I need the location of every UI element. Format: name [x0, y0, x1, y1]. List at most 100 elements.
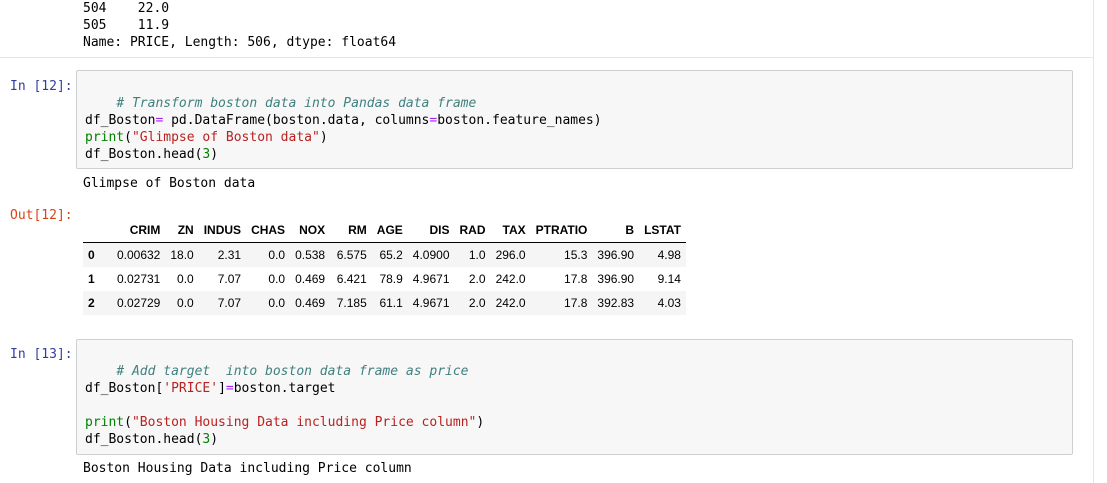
- code-token: df_Boston[: [85, 381, 164, 396]
- code-token: df_Boston.head(: [85, 147, 203, 162]
- column-header: B: [592, 218, 640, 243]
- code-line-3: print("Glimpse of Boston data"): [85, 129, 328, 146]
- table-cell: 1.0: [468, 248, 486, 262]
- table-cell: 396.90: [597, 272, 635, 286]
- code-token: ): [210, 147, 219, 162]
- code-string: "Boston Housing Data including Price col…: [131, 415, 477, 430]
- code-token: boston.feature_names): [437, 113, 602, 128]
- table-cell: 6.575: [336, 248, 367, 262]
- table-cell: 7.07: [217, 296, 242, 310]
- table-cell: 242.0: [495, 296, 526, 310]
- table-cell: 0.02729: [116, 296, 161, 310]
- table-cell: 6.421: [336, 272, 367, 286]
- code-token: df_Boston.head(: [85, 432, 203, 447]
- column-header: TAX: [490, 218, 531, 243]
- table-cell: 4.9671: [412, 272, 450, 286]
- input-prompt-12: In [12]:: [10, 79, 73, 94]
- code-string: 'PRICE': [163, 381, 219, 396]
- table-cell: 78.9: [379, 272, 403, 286]
- column-header: CHAS: [246, 218, 291, 243]
- table-cell: 9.14: [657, 272, 681, 286]
- stdout-13: Boston Housing Data including Price colu…: [83, 461, 412, 476]
- column-header: AGE: [371, 218, 408, 243]
- code-operator: =: [225, 381, 234, 396]
- table-cell: 0.469: [295, 272, 326, 286]
- column-header: NOX: [290, 218, 331, 243]
- table-cell: 2.0: [468, 296, 486, 310]
- code-cell-12[interactable]: # Transform boston data into Pandas data…: [76, 70, 1073, 169]
- table-header-row: CRIM ZN INDUS CHAS NOX RM AGE DIS RAD TA…: [83, 218, 686, 243]
- stdout-12: Glimpse of Boston data: [83, 176, 256, 191]
- code-cell-13[interactable]: # Add target into boston data frame as p…: [76, 339, 1073, 455]
- table-cell: 0.02731: [116, 272, 161, 286]
- column-header: LSTAT: [639, 218, 686, 243]
- code-line-4: df_Boston.head(3): [85, 146, 218, 163]
- table-cell: 392.83: [597, 296, 635, 310]
- table-cell: 0.469: [295, 296, 326, 310]
- table-cell: 4.03: [657, 296, 681, 310]
- column-header: RAD: [454, 218, 491, 243]
- code-builtin: print: [85, 130, 125, 145]
- column-header: DIS: [407, 218, 455, 243]
- table-cell: 7.07: [217, 272, 242, 286]
- table-cell: 0.0: [268, 272, 286, 286]
- table-cell: 0.00632: [116, 248, 161, 262]
- table-cell: 15.3: [564, 248, 588, 262]
- table-cell: 0.0: [268, 248, 286, 262]
- code-token: pd.DataFrame(boston.data, columns: [163, 113, 430, 128]
- code-token: (: [124, 415, 132, 430]
- table-cell: 242.0: [495, 272, 526, 286]
- code-token: df_Boston: [85, 113, 156, 128]
- table-row: 1 0.02731 0.0 7.07 0.0 0.469 6.421 78.9 …: [83, 267, 686, 291]
- table-cell: 2.0: [468, 272, 486, 286]
- column-header: PTRATIO: [530, 218, 593, 243]
- code-builtin: print: [85, 415, 125, 430]
- column-header: CRIM: [99, 218, 166, 243]
- table-cell: 17.8: [564, 296, 588, 310]
- column-header: RM: [330, 218, 372, 243]
- output-line: 505 11.9: [83, 18, 170, 33]
- table-row: 0 0.00632 18.0 2.31 0.0 0.538 6.575 65.2…: [83, 242, 686, 267]
- code-token: ]: [218, 381, 226, 396]
- row-index: 0: [88, 248, 95, 262]
- comment-text: # Add target into boston data frame as p…: [116, 364, 469, 379]
- table-cell: 7.185: [336, 296, 367, 310]
- table-cell: 4.0900: [412, 248, 450, 262]
- table-cell: 296.0: [495, 248, 526, 262]
- table-cell: 4.9671: [412, 296, 450, 310]
- table-cell: 17.8: [564, 272, 588, 286]
- code-line-2: df_Boston= pd.DataFrame(boston.data, col…: [85, 112, 602, 129]
- output-line: Name: PRICE, Length: 506, dtype: float64: [83, 35, 397, 50]
- row-index: 2: [88, 296, 95, 310]
- column-header: ZN: [165, 218, 199, 243]
- table-cell: 0.0: [177, 272, 194, 286]
- table-cell: 65.2: [379, 248, 403, 262]
- table-cell: 2.31: [217, 248, 242, 262]
- column-header: INDUS: [198, 218, 247, 243]
- row-index: 1: [88, 272, 95, 286]
- code-token: boston.target: [233, 381, 336, 396]
- comment-text: # Transform boston data into Pandas data…: [116, 96, 477, 111]
- column-header: [83, 218, 100, 243]
- code-token: ): [319, 130, 328, 145]
- dataframe-table: CRIM ZN INDUS CHAS NOX RM AGE DIS RAD TA…: [83, 218, 686, 315]
- code-line-4: df_Boston.head(3): [85, 431, 218, 448]
- code-string: "Glimpse of Boston data": [131, 130, 320, 145]
- table-cell: 396.90: [597, 248, 635, 262]
- code-token: ): [210, 432, 219, 447]
- code-token: (: [124, 130, 132, 145]
- previous-output-area: 504 22.0 505 11.9 Name: PRICE, Length: 5…: [0, 0, 1093, 58]
- table-cell: 18.0: [170, 248, 194, 262]
- table-cell: 0.0: [268, 296, 286, 310]
- table-cell: 0.538: [295, 248, 326, 262]
- code-line-3: print("Boston Housing Data including Pri…: [85, 414, 484, 431]
- input-prompt-13: In [13]:: [10, 347, 73, 362]
- table-cell: 0.0: [177, 296, 194, 310]
- scrollbar[interactable]: [1093, 0, 1107, 483]
- output-prompt-12: Out[12]:: [10, 208, 73, 223]
- output-line: 504 22.0: [83, 1, 170, 16]
- code-token: ): [476, 415, 485, 430]
- table-cell: 61.1: [379, 296, 403, 310]
- code-line-2: df_Boston['PRICE']=boston.target: [85, 380, 335, 397]
- table-cell: 4.98: [657, 248, 681, 262]
